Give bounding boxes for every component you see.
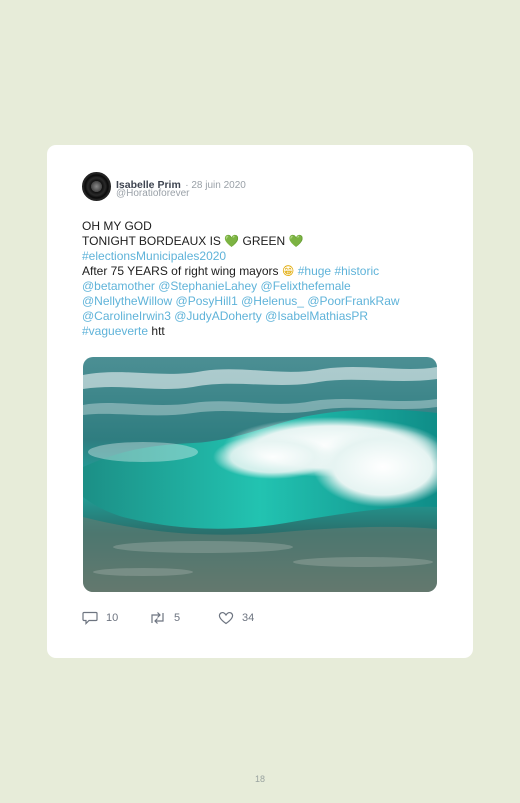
tweet-media-image[interactable] bbox=[83, 357, 437, 592]
text-line: @CarolineIrwin3 @JudyADoherty @IsabelMat… bbox=[82, 309, 442, 324]
mention-link[interactable]: @NellytheWillow bbox=[82, 294, 172, 308]
retweet-icon bbox=[151, 612, 164, 624]
text-segment: OH MY GOD bbox=[82, 219, 152, 233]
text-segment: TONIGHT BORDEAUX IS bbox=[82, 234, 225, 248]
like-action[interactable]: 34 bbox=[218, 611, 254, 625]
mention-link[interactable]: @JudyADoherty bbox=[174, 309, 262, 323]
tweet-card: Isabelle Prim · 28 juin 2020 @Horatiofor… bbox=[47, 145, 473, 658]
grinning-emoji: 😁 bbox=[281, 264, 295, 278]
mention-link[interactable]: @betamother bbox=[82, 279, 155, 293]
hashtag-link[interactable]: #vagueverte bbox=[82, 324, 148, 338]
ocean-wave-image bbox=[83, 357, 437, 592]
mention-link[interactable]: @PosyHill1 bbox=[176, 294, 238, 308]
text-line: @betamother @StephanieLahey @Felixthefem… bbox=[82, 279, 442, 294]
hashtag-link[interactable]: #huge bbox=[298, 264, 331, 278]
tweet-date[interactable]: 28 juin 2020 bbox=[191, 180, 246, 191]
author-handle[interactable]: @Horatioforever bbox=[116, 188, 190, 199]
mention-link[interactable]: @Helenus_ bbox=[241, 294, 304, 308]
text-line: #electionsMunicipales2020 bbox=[82, 249, 442, 264]
mention-link[interactable]: @PoorFrankRaw bbox=[307, 294, 399, 308]
mention-link[interactable]: @IsabelMathiasPR bbox=[265, 309, 368, 323]
text-line: #vagueverte htt bbox=[82, 324, 442, 339]
avatar[interactable] bbox=[82, 172, 111, 201]
green-heart-emoji: 💚 bbox=[224, 234, 240, 248]
text-segment: GREEN bbox=[239, 234, 289, 248]
mention-link[interactable]: @CarolineIrwin3 bbox=[82, 309, 171, 323]
text-segment: After 75 YEARS of right wing mayors bbox=[82, 264, 282, 278]
tweet-text: OH MY GOD TONIGHT BORDEAUX IS 💚 GREEN 💚 … bbox=[82, 219, 442, 339]
hashtag-link[interactable]: #electionsMunicipales2020 bbox=[82, 249, 226, 263]
text-line: @NellytheWillow @PosyHill1 @Helenus_ @Po… bbox=[82, 294, 442, 309]
like-count: 34 bbox=[242, 612, 255, 624]
text-line: TONIGHT BORDEAUX IS 💚 GREEN 💚 bbox=[82, 234, 442, 249]
reply-action[interactable]: 10 bbox=[82, 611, 118, 625]
text-line: After 75 YEARS of right wing mayors 😁 #h… bbox=[82, 264, 442, 279]
hashtag-link[interactable]: #historic bbox=[334, 264, 379, 278]
green-heart-emoji: 💚 bbox=[288, 234, 304, 248]
speech-bubble-icon bbox=[82, 611, 98, 625]
tweet-actions: 10 5 34 bbox=[82, 611, 382, 631]
mention-link[interactable]: @StephanieLahey bbox=[158, 279, 257, 293]
tweet-header: Isabelle Prim · 28 juin 2020 @Horatiofor… bbox=[82, 172, 442, 202]
retweet-action[interactable]: 5 bbox=[149, 611, 180, 625]
retweet-count: 5 bbox=[174, 612, 181, 624]
mention-link[interactable]: @Felixthefemale bbox=[261, 279, 351, 293]
reply-count: 10 bbox=[106, 612, 119, 624]
text-line: OH MY GOD bbox=[82, 219, 442, 234]
heart-icon bbox=[218, 611, 234, 625]
truncated-url[interactable]: htt bbox=[151, 324, 164, 338]
page-number: 18 bbox=[254, 774, 265, 784]
